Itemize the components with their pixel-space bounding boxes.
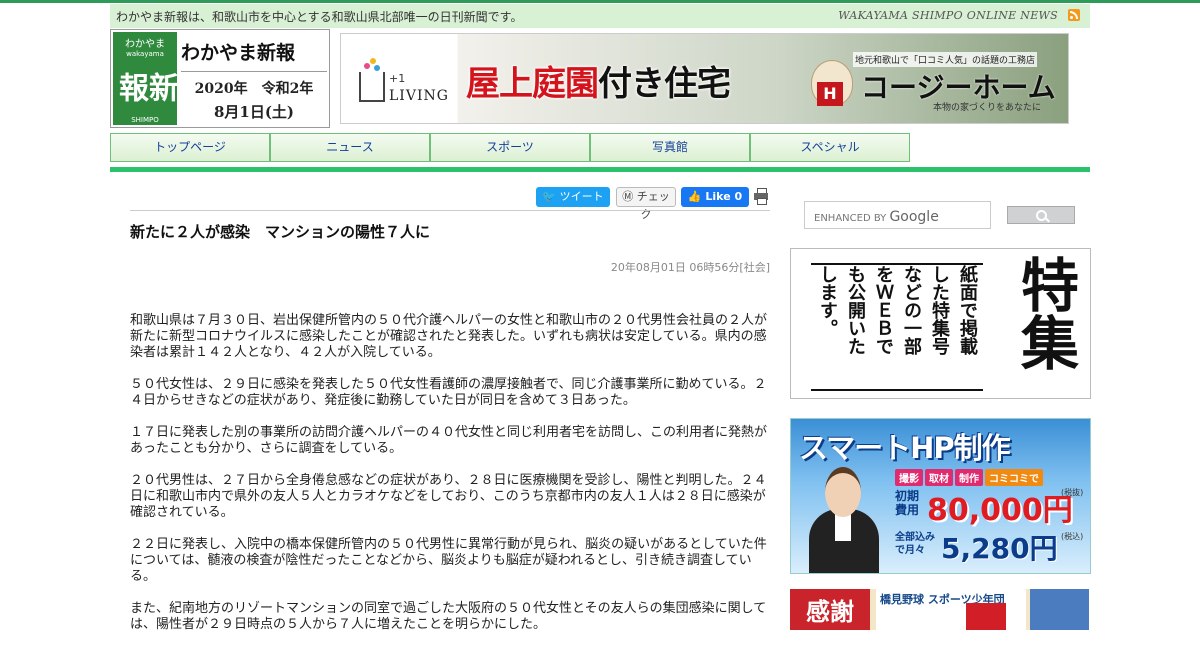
search-placeholder-brand: Google	[889, 209, 939, 225]
smart-hp-tag: 取材	[925, 469, 953, 486]
special-feature-ad[interactable]: 特集 紙面で掲載 した特集号 などの一部 をＷＥＢで も公開いた します。	[790, 248, 1091, 399]
article-meta: 20年08月01日 06時56分[社会]	[610, 261, 770, 274]
site-logo[interactable]: わかやま wakayama 新報 SHIMPO わかやま新報 2020年 令和2…	[110, 29, 330, 128]
monthly-tax: (税込)	[1061, 532, 1084, 541]
smart-hp-headline: スマートHP制作	[799, 431, 1011, 465]
article-paragraph: ５０代女性は、２９日に感染を発表した５０代女性看護師の濃厚接触者で、同じ介護事業…	[130, 377, 767, 408]
search-button[interactable]	[1007, 206, 1075, 224]
smart-hp-tag: コミコミで	[985, 469, 1043, 486]
smart-hp-tags: 撮影 取材 制作 コミコミで	[895, 469, 1045, 486]
special-feature-text: 紙面で掲載 した特集号 などの一部 をＷＥＢで も公開いた します。	[811, 263, 983, 391]
initial-cost-tax: (税抜)	[1061, 488, 1084, 497]
nav-top-page[interactable]: トップページ	[110, 133, 270, 162]
search-placeholder: ENHANCED BY Google	[814, 209, 939, 225]
search-input[interactable]: ENHANCED BY Google	[804, 201, 991, 229]
banner-subtitle: 地元和歌山で「口コミ人気」の話題の工務店	[853, 52, 1038, 67]
site-tagline-bar: わかやま新報は、和歌山市を中心とする和歌山県北部唯一の日刊新聞です。 WAKAY…	[110, 4, 1090, 28]
initial-cost-price: 80,000円	[927, 493, 1073, 528]
article-paragraph: ２２日に発表し、入院中の橋本保健所管内の５０代男性に異常行動が見られ、脳炎の疑い…	[130, 537, 767, 584]
special-feature-line: した特集号	[929, 265, 950, 355]
monthly-label: 全部込みで月々	[895, 532, 935, 556]
article-body: 和歌山県は７月３０日、岩出保健所管内の５０代介護ヘルパーの女性と和歌山市の２０代…	[130, 313, 770, 649]
living-plus: +1	[389, 72, 406, 85]
article-title: 新たに２人が感染 マンションの陽性７人に	[130, 210, 770, 242]
sports-ad[interactable]: 感謝 橋見野球 スポーツ少年団	[790, 589, 1089, 630]
banner-headline-black: 付き住宅	[598, 64, 731, 104]
logo-kanji: 新報	[113, 72, 178, 102]
special-feature-line: 紙面で掲載	[957, 265, 978, 355]
banner-headline: 屋上庭園付き住宅	[466, 56, 731, 105]
initial-cost-label: 初期 費用	[895, 489, 920, 517]
special-feature-line: も公開いた	[845, 265, 866, 355]
tweet-button[interactable]: 🐦 ツイート	[536, 187, 610, 207]
logo-shimpo: SHIMPO	[131, 116, 159, 124]
smart-hp-tag: 撮影	[895, 469, 923, 486]
nav-news[interactable]: ニュース	[270, 133, 430, 162]
person-illustration	[805, 467, 883, 573]
search-placeholder-prefix: ENHANCED BY	[814, 213, 887, 224]
banner-tagline: 本物の家づくりをあなたに	[933, 103, 1042, 113]
special-feature-title: 特集	[1011, 255, 1079, 371]
article-paragraph: また、紀南地方のリゾートマンションの同室で過ごした大阪府の５０代女性とその友人ら…	[130, 601, 767, 632]
rss-icon[interactable]	[1068, 9, 1080, 21]
issue-date: 8月1日(土)	[213, 103, 295, 121]
facebook-like-button[interactable]: 👍 Like 0	[681, 187, 749, 207]
print-icon[interactable]	[754, 188, 770, 205]
sports-ad-left: 感謝	[790, 589, 870, 630]
site-brand-english: WAKAYAMA SHIMPO ONLINE NEWS	[838, 9, 1058, 22]
like-label: Like 0	[705, 190, 743, 203]
special-feature-line: などの一部	[901, 265, 922, 355]
site-tagline: わかやま新報は、和歌山市を中心とする和歌山県北部唯一の日刊新聞です。	[116, 10, 523, 24]
logo-kana: わかやま	[125, 39, 165, 50]
logo-mark: わかやま wakayama 新報 SHIMPO	[113, 32, 178, 125]
hatena-check-button[interactable]: Ⓜ チェック	[616, 187, 676, 221]
logo-dots-icon	[364, 58, 380, 71]
banner-headline-red: 屋上庭園	[466, 64, 599, 104]
logo-romaji: wakayama	[126, 50, 164, 58]
issue-year: 2020年 令和2年	[194, 81, 314, 97]
main-nav: トップページ ニュース スポーツ 写真館 スペシャル	[110, 133, 1090, 172]
tweet-label: ツイート	[559, 190, 604, 203]
nav-photo-gallery[interactable]: 写真館	[590, 133, 750, 162]
nav-sports[interactable]: スポーツ	[430, 133, 590, 162]
article-paragraph: ２０代男性は、２７日から全身倦怠感などの症状があり、２８日に医療機関を受診し、陽…	[130, 473, 767, 520]
smart-hp-ad[interactable]: スマートHP制作 撮影 取材 制作 コミコミで 初期 費用 80,000円 (税抜) 全…	[790, 418, 1091, 574]
smart-hp-tag: 制作	[955, 469, 983, 486]
top-accent-line	[0, 0, 1200, 3]
search-icon	[1036, 210, 1047, 221]
sports-ad-middle: 橋見野球 スポーツ少年団	[876, 589, 1026, 630]
header-ad-banner[interactable]: +1 LIVING 屋上庭園付き住宅 H 地元和歌山で「口コミ人気」の話題の工務…	[340, 33, 1069, 124]
article-paragraph: 和歌山県は７月３０日、岩出保健所管内の５０代介護ヘルパーの女性と和歌山市の２０代…	[130, 313, 768, 360]
special-feature-line: します。	[817, 265, 838, 337]
sports-ad-photo	[1030, 589, 1089, 630]
plus-one-living-logo: +1 LIVING	[359, 54, 449, 106]
article-paragraph: １７日に発表した別の事業所の訪問介護ヘルパーの４０代女性と同じ利用者宅を訪問し、…	[130, 425, 768, 456]
site-name: わかやま新報	[181, 38, 327, 72]
special-feature-line: をＷＥＢで	[873, 265, 894, 355]
nav-special[interactable]: スペシャル	[750, 133, 910, 162]
house-icon	[359, 72, 385, 102]
monthly-price: 5,280円	[941, 532, 1058, 565]
living-word: LIVING	[389, 88, 449, 104]
cozy-home-logo-icon: H	[817, 82, 843, 106]
